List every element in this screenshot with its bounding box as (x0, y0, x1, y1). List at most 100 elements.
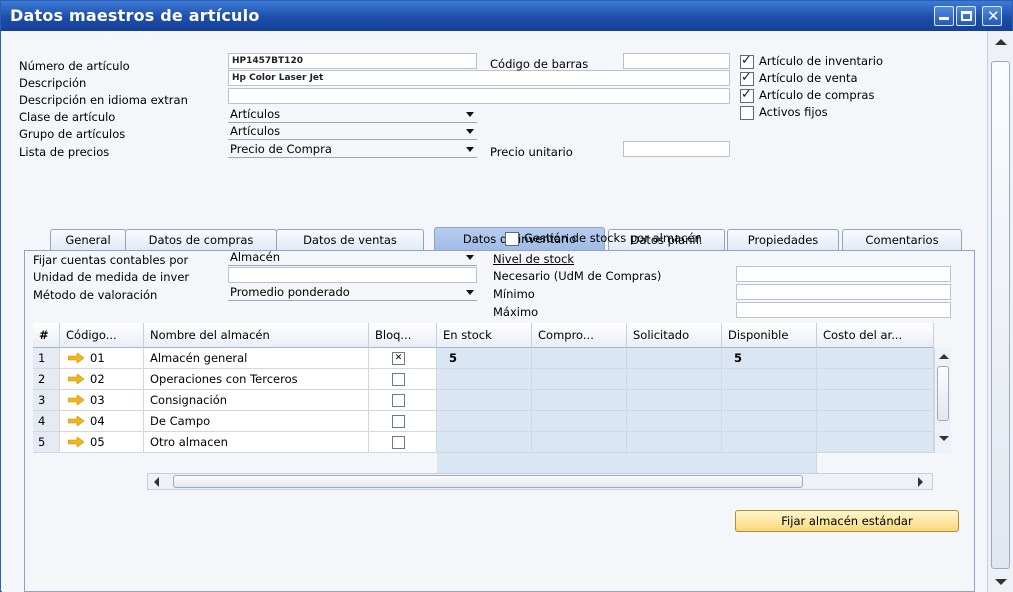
ordered-cell[interactable] (627, 411, 722, 432)
item-cost-cell[interactable] (817, 411, 934, 432)
warehouse-code-cell[interactable]: 03 (60, 390, 144, 411)
window-vertical-scrollbar[interactable] (987, 31, 1013, 592)
locked-checkbox[interactable]: ✕ (392, 352, 405, 365)
item-cost-cell[interactable] (817, 432, 934, 453)
available-cell[interactable] (722, 432, 817, 453)
maximize-button[interactable] (956, 6, 976, 26)
available-cell[interactable]: 5 (722, 348, 817, 369)
committed-cell[interactable] (532, 390, 627, 411)
column-header-available[interactable]: Disponible (722, 323, 817, 348)
scroll-up-icon[interactable] (939, 354, 949, 359)
minimize-button[interactable] (934, 6, 954, 26)
purchase-item-checkbox[interactable]: ✓ (740, 87, 754, 103)
price-list-dropdown[interactable]: Precio de Compra (228, 142, 477, 158)
barcode-field[interactable] (623, 53, 730, 69)
warehouse-code-cell[interactable]: 01 (60, 348, 144, 369)
committed-cell[interactable] (532, 369, 627, 390)
link-arrow-icon[interactable] (68, 395, 84, 405)
window-vertical-scroll-thumb[interactable] (991, 61, 1010, 569)
item-group-dropdown[interactable]: Artículos (228, 124, 477, 140)
in-stock-cell[interactable] (437, 390, 532, 411)
item-number-field[interactable]: HP1457BT120 (228, 53, 477, 69)
item-cost-cell[interactable] (817, 369, 934, 390)
sales-item-checkbox[interactable]: ✓ (740, 70, 754, 86)
description-field[interactable]: Hp Color Laser Jet (228, 70, 730, 86)
ordered-cell[interactable] (627, 348, 722, 369)
available-cell[interactable] (722, 369, 817, 390)
manage-by-warehouse-checkbox[interactable] (505, 232, 519, 246)
in-stock-cell[interactable] (437, 411, 532, 432)
item-cost-cell[interactable] (817, 348, 934, 369)
column-header-locked[interactable]: Bloq... (369, 323, 437, 348)
locked-checkbox[interactable] (392, 373, 405, 386)
column-header-item-cost[interactable]: Costo del ar... (817, 323, 934, 348)
locked-checkbox-cell[interactable]: ✕ (369, 348, 437, 369)
scroll-down-icon[interactable] (939, 436, 949, 441)
warehouse-name-cell[interactable]: Consignación (144, 390, 369, 411)
scroll-up-icon[interactable] (995, 39, 1007, 45)
warehouse-code-cell[interactable]: 05 (60, 432, 144, 453)
in-stock-cell[interactable] (437, 369, 532, 390)
ordered-cell[interactable] (627, 369, 722, 390)
required-field[interactable] (736, 266, 951, 282)
tab-sales-data[interactable]: Datos de ventas (276, 229, 424, 251)
tab-properties[interactable]: Propiedades (727, 229, 839, 251)
warehouse-code-cell[interactable]: 02 (60, 369, 144, 390)
column-header-in-stock[interactable]: En stock (437, 323, 532, 348)
locked-checkbox[interactable] (392, 436, 405, 449)
tab-purchasing-data[interactable]: Datos de compras (125, 229, 277, 251)
set-default-warehouse-button[interactable]: Fijar almacén estándar (735, 510, 959, 532)
scroll-right-icon[interactable] (918, 477, 923, 487)
column-header-warehouse-name[interactable]: Nombre del almacén (144, 323, 369, 348)
warehouse-name-cell[interactable]: Operaciones con Terceros (144, 369, 369, 390)
column-header-code[interactable]: Código... (60, 323, 144, 348)
warehouse-code-cell[interactable]: 04 (60, 411, 144, 432)
inventory-item-checkbox[interactable]: ✓ (740, 53, 754, 69)
in-stock-cell[interactable]: 5 (437, 348, 532, 369)
locked-checkbox-cell[interactable] (369, 369, 437, 390)
fixed-assets-checkbox[interactable] (740, 106, 754, 120)
column-header-number[interactable]: # (33, 323, 60, 348)
min-field[interactable] (736, 284, 951, 300)
valuation-method-dropdown[interactable]: Promedio ponderado (228, 285, 477, 301)
link-arrow-icon[interactable] (68, 416, 84, 426)
gl-method-dropdown[interactable]: Almacén (228, 250, 477, 266)
uom-field[interactable] (228, 267, 477, 283)
grid-vertical-scroll-thumb[interactable] (937, 366, 949, 421)
grid-vertical-scrollbar[interactable] (934, 348, 951, 453)
column-header-committed[interactable]: Compro... (532, 323, 627, 348)
link-arrow-icon[interactable] (68, 353, 84, 363)
tab-general[interactable]: General (50, 229, 126, 251)
warehouse-name-cell[interactable]: Almacén general (144, 348, 369, 369)
grid-horizontal-scroll-thumb[interactable] (173, 475, 803, 488)
item-cost-cell[interactable] (817, 390, 934, 411)
max-field[interactable] (736, 302, 951, 318)
scroll-down-icon[interactable] (995, 579, 1007, 585)
committed-cell[interactable] (532, 411, 627, 432)
close-button[interactable]: ✕ (982, 6, 1002, 26)
locked-checkbox[interactable] (392, 394, 405, 407)
committed-cell[interactable] (532, 432, 627, 453)
foreign-description-field[interactable] (228, 88, 730, 104)
column-header-ordered[interactable]: Solicitado (627, 323, 722, 348)
scroll-left-icon[interactable] (154, 477, 159, 487)
warehouse-name-cell[interactable]: De Campo (144, 411, 369, 432)
grid-horizontal-scrollbar[interactable] (147, 473, 933, 490)
item-type-dropdown[interactable]: Artículos (228, 107, 477, 123)
tab-remarks[interactable]: Comentarios (842, 229, 962, 251)
in-stock-cell[interactable] (437, 432, 532, 453)
committed-cell[interactable] (532, 348, 627, 369)
locked-checkbox[interactable] (392, 415, 405, 428)
unit-price-field[interactable] (623, 141, 730, 157)
locked-checkbox-cell[interactable] (369, 411, 437, 432)
title-bar[interactable]: Datos maestros de artículo ✕ (1, 1, 1012, 31)
link-arrow-icon[interactable] (68, 437, 84, 447)
link-arrow-icon[interactable] (68, 374, 84, 384)
ordered-cell[interactable] (627, 390, 722, 411)
warehouse-name-cell[interactable]: Otro almacen (144, 432, 369, 453)
ordered-cell[interactable] (627, 432, 722, 453)
stock-level-link[interactable]: Nivel de stock (493, 252, 574, 266)
available-cell[interactable] (722, 411, 817, 432)
available-cell[interactable] (722, 390, 817, 411)
locked-checkbox-cell[interactable] (369, 432, 437, 453)
